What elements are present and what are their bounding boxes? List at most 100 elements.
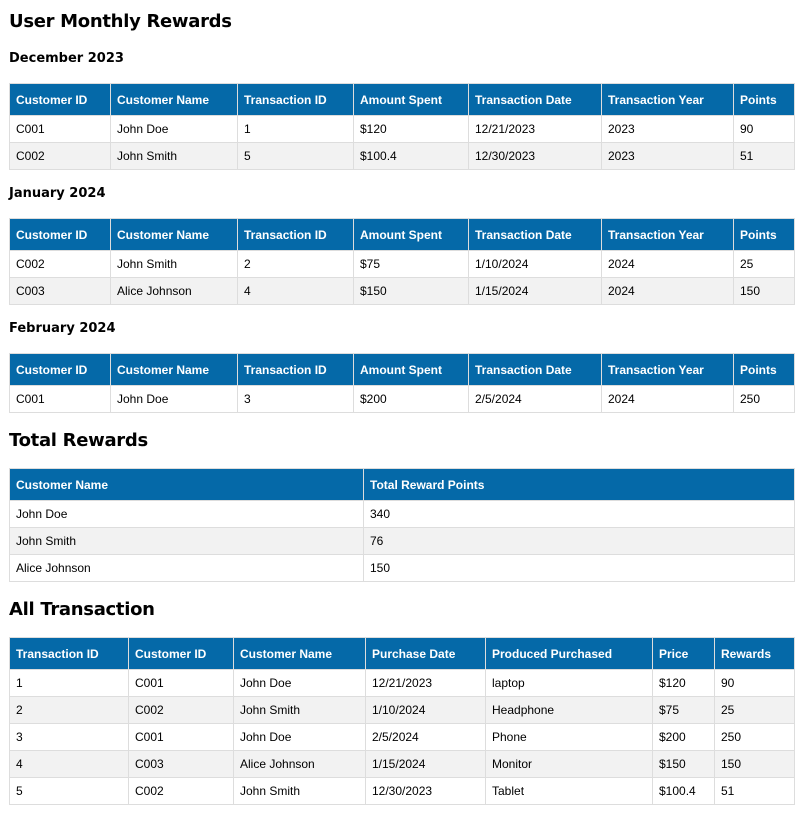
table-cell: 4	[9, 750, 129, 778]
table-cell: 2/5/2024	[468, 385, 602, 413]
table-cell: 1	[237, 115, 354, 143]
table-cell: 250	[714, 723, 795, 751]
monthly-rewards-table: Customer ID Customer Name Transaction ID Am…	[9, 83, 795, 170]
table-cell: $100.4	[353, 142, 469, 170]
table-cell: C001	[128, 669, 234, 697]
table-cell: John Doe	[9, 500, 364, 528]
table-cell: C003	[128, 750, 234, 778]
table-cell: Alice Johnson	[110, 277, 238, 305]
table-row: C001 John Doe 1 $120 12/21/2023 2023 90	[9, 115, 795, 143]
table-cell: Tablet	[485, 777, 653, 805]
table-row: 1 C001 John Doe 12/21/2023 laptop $120 90	[9, 669, 795, 697]
table-cell: 12/21/2023	[365, 669, 486, 697]
column-header: Points	[733, 218, 795, 251]
table-cell: C001	[9, 385, 111, 413]
column-header: Transaction ID	[237, 218, 354, 251]
column-header: Price	[652, 637, 715, 670]
table-row: C002 John Smith 2 $75 1/10/2024 2024 25	[9, 250, 795, 278]
table-cell: 1/10/2024	[468, 250, 602, 278]
table-cell: 76	[363, 527, 795, 555]
month-heading: February 2024	[9, 321, 116, 336]
header-row: Customer ID Customer Name Transaction ID Am…	[9, 218, 795, 251]
table-cell: C001	[128, 723, 234, 751]
table-cell: 2024	[601, 277, 734, 305]
table-cell: $75	[652, 696, 715, 724]
column-header: Points	[733, 353, 795, 386]
table-cell: 2	[9, 696, 129, 724]
table-cell: 25	[714, 696, 795, 724]
table-cell: 1	[9, 669, 129, 697]
column-header: Transaction ID	[237, 83, 354, 116]
table-cell: John Smith	[110, 250, 238, 278]
table-cell: C002	[128, 777, 234, 805]
table-cell: $150	[652, 750, 715, 778]
total-rewards-table: Customer Name Total Reward Points John Doe…	[9, 468, 795, 582]
table-row: Alice Johnson 150	[9, 554, 795, 582]
column-header: Transaction Year	[601, 353, 734, 386]
column-header: Amount Spent	[353, 83, 469, 116]
table-cell: Alice Johnson	[9, 554, 364, 582]
table-cell: 5	[9, 777, 129, 805]
monthly-rewards-table: Customer ID Customer Name Transaction ID Am…	[9, 353, 795, 413]
table-cell: 90	[733, 115, 795, 143]
column-header: Transaction ID	[9, 637, 129, 670]
table-row: C003 Alice Johnson 4 $150 1/15/2024 2024 150	[9, 277, 795, 305]
table-cell: 150	[714, 750, 795, 778]
column-header: Customer Name	[233, 637, 366, 670]
column-header: Amount Spent	[353, 353, 469, 386]
table-cell: $120	[353, 115, 469, 143]
table-cell: 2024	[601, 250, 734, 278]
table-cell: C002	[128, 696, 234, 724]
table-cell: 150	[733, 277, 795, 305]
table-cell: 12/30/2023	[468, 142, 602, 170]
column-header: Customer Name	[110, 353, 238, 386]
table-cell: $120	[652, 669, 715, 697]
table-cell: John Doe	[110, 115, 238, 143]
table-cell: $100.4	[652, 777, 715, 805]
column-header: Transaction Date	[468, 218, 602, 251]
month-heading: December 2023	[9, 51, 124, 66]
table-cell: John Smith	[233, 696, 366, 724]
table-cell: 2024	[601, 385, 734, 413]
table-cell: $200	[652, 723, 715, 751]
monthly-rewards-table: Customer ID Customer Name Transaction ID Am…	[9, 218, 795, 305]
table-cell: 2	[237, 250, 354, 278]
header-row: Customer ID Customer Name Transaction ID Am…	[9, 353, 795, 386]
column-header: Transaction Date	[468, 353, 602, 386]
table-row: John Smith 76	[9, 527, 795, 555]
column-header: Transaction ID	[237, 353, 354, 386]
table-cell: Phone	[485, 723, 653, 751]
column-header: Customer ID	[9, 353, 111, 386]
table-cell: 12/21/2023	[468, 115, 602, 143]
table-cell: 1/15/2024	[468, 277, 602, 305]
table-cell: $200	[353, 385, 469, 413]
table-cell: 340	[363, 500, 795, 528]
table-cell: Alice Johnson	[233, 750, 366, 778]
table-cell: 12/30/2023	[365, 777, 486, 805]
column-header: Rewards	[714, 637, 795, 670]
table-cell: 51	[733, 142, 795, 170]
all-transaction-heading: All Transaction	[9, 599, 155, 620]
column-header: Transaction Date	[468, 83, 602, 116]
table-row: 3 C001 John Doe 2/5/2024 Phone $200 250	[9, 723, 795, 751]
header-row: Customer ID Customer Name Transaction ID Am…	[9, 83, 795, 116]
table-row: 5 C002 John Smith 12/30/2023 Tablet $100.4 51	[9, 777, 795, 805]
table-cell: John Smith	[233, 777, 366, 805]
total-rewards-heading: Total Rewards	[9, 430, 148, 451]
table-row: C002 John Smith 5 $100.4 12/30/2023 2023 51	[9, 142, 795, 170]
table-cell: 90	[714, 669, 795, 697]
table-cell: 25	[733, 250, 795, 278]
table-cell: 3	[9, 723, 129, 751]
table-cell: 3	[237, 385, 354, 413]
table-cell: John Doe	[233, 669, 366, 697]
table-cell: 1/15/2024	[365, 750, 486, 778]
table-cell: C001	[9, 115, 111, 143]
table-cell: 1/10/2024	[365, 696, 486, 724]
header-row: Transaction ID Customer ID Customer Name Pu…	[9, 637, 795, 670]
page-title: User Monthly Rewards	[9, 11, 232, 32]
table-cell: C003	[9, 277, 111, 305]
table-cell: 2023	[601, 142, 734, 170]
table-cell: $150	[353, 277, 469, 305]
table-cell: John Smith	[110, 142, 238, 170]
table-cell: 4	[237, 277, 354, 305]
